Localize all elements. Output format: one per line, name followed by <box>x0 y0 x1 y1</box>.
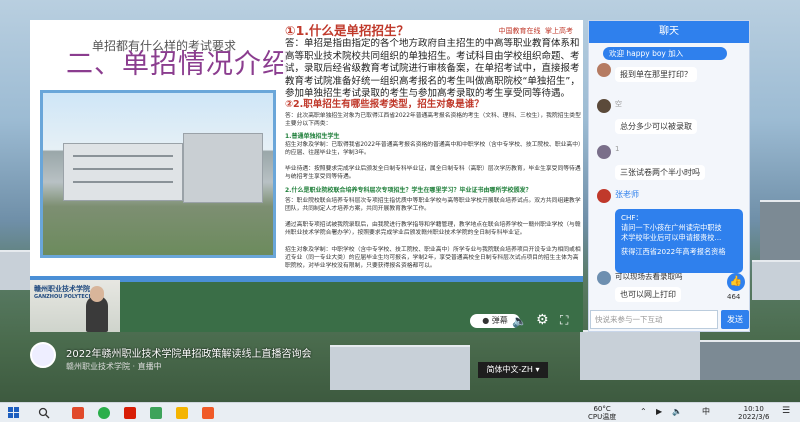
speaker-video[interactable]: 赣州职业技术学院 GANZHOU POLYTECHNIC <box>30 280 120 332</box>
notification-icon[interactable]: ☰ <box>782 407 790 416</box>
windows-start-icon[interactable] <box>8 407 20 419</box>
campus-photo <box>40 90 276 258</box>
message-text: 也可以网上打印 <box>615 287 681 302</box>
background-building <box>752 260 800 300</box>
qa-sub2-text3: 招生对象及学制：中职学校（含中专学校、技工院校、职业高中）所学专业与我院联合培养… <box>285 247 581 269</box>
slide-heading: 二、单招情况介绍 <box>66 49 290 80</box>
message-text: 空 <box>615 100 622 108</box>
like-count: 464 <box>727 293 741 301</box>
stream-title: 2022年赣州职业技术学院单招政策解读线上直播咨询会 <box>66 349 312 360</box>
qa-question-1: ①1.什么是单招招生？ <box>285 23 410 38</box>
message-text: 报到单在那里打印？ <box>615 67 697 82</box>
teacher-bubble-line: 获得江西省2022年高考报名资格 <box>621 247 726 256</box>
qa-sub1-text2: 毕业待遇：按照要求完成学业后颁发全日制专科毕业证，属全日制专科（高职）层次学历教… <box>285 166 581 180</box>
teacher-bubble-line: CHF： <box>621 213 643 222</box>
tray-arrow-icon[interactable]: ⌃ <box>640 408 647 416</box>
qa-question-2: ②2.职单招生有哪些报考类型，招生对象是谁？ <box>285 99 484 110</box>
tab-chat[interactable]: 聊天 <box>589 21 749 43</box>
app-icon[interactable] <box>72 407 84 419</box>
app-icon[interactable] <box>202 407 214 419</box>
qa-subheading-2: 2.什么是职业院校联合培养专科层次专项招生？学生在哪里学习？毕业证书由哪所学校颁… <box>285 187 532 194</box>
volume-tray-icon[interactable]: 🔈 <box>672 408 682 416</box>
stream-meta: 赣州职业技术学院 · 直播中 <box>66 362 162 371</box>
clock[interactable]: 10:10 2022/3/6 <box>738 405 769 421</box>
folder-icon[interactable] <box>176 407 188 419</box>
avatar <box>597 63 611 77</box>
avatar <box>597 189 611 203</box>
app-icon[interactable] <box>150 407 162 419</box>
qa-answer-2: 答：此次高职单独招生对象为已取得江西省2022年普通高考报名资格的考生（文科、理… <box>285 113 581 127</box>
message-text: 三张试卷两个半小时吗 <box>615 165 705 180</box>
teacher-bubble-line: 术学校毕业后可以申请报贵校... <box>621 233 722 242</box>
avatar <box>597 99 611 113</box>
speaker-head <box>90 286 104 302</box>
background-building <box>700 340 800 380</box>
speaker-school-name: 赣州职业技术学院 <box>34 285 90 293</box>
message-text: 总分多少可以被录取 <box>615 119 697 134</box>
language-select[interactable]: 简体中文-ZH ▾ <box>478 362 548 378</box>
background-building <box>0 250 30 290</box>
background-building <box>580 330 700 380</box>
teacher-bubble: CHF： 请问一下小孩在广州读完中职技 术学校毕业后可以申请报贵校... 获得江… <box>615 209 743 273</box>
chat-panel: 聊天 欢迎 happy boy 加入 报到单在那里打印？ 空 总分多少可以被录取… <box>588 20 750 332</box>
chat-input[interactable]: 快说来参与一下互动 <box>590 310 718 329</box>
volume-icon[interactable]: 🔈 <box>512 314 527 328</box>
message-text: 可以现场去看录取吗 <box>615 272 683 281</box>
send-button[interactable]: 发送 <box>721 310 749 329</box>
qa-sub2-text2: 通过高职专项招试被我院录取后，由我院进行教学指导和学籍管理，教学地点在联合培养学… <box>285 222 581 236</box>
teacher-name: 张老师 <box>615 190 639 199</box>
partner-logos: 中国教育在线 掌上高考 <box>498 27 573 35</box>
like-icon[interactable]: 👍 <box>727 273 745 291</box>
input-method-indicator[interactable]: 中 <box>702 408 710 416</box>
avatar <box>597 145 611 159</box>
teacher-bubble-line: 请问一下小孩在广州读完中职技 <box>621 223 722 232</box>
welcome-banner: 欢迎 happy boy 加入 <box>603 47 727 60</box>
wechat-icon[interactable] <box>98 407 110 419</box>
wps-icon[interactable] <box>124 407 136 419</box>
settings-icon[interactable]: ⚙ <box>536 313 549 327</box>
qa-sub1-text: 招生对象及学制：已取得我省2022年普通高考报名资格的普通高中和中职学校（含中专… <box>285 142 581 156</box>
fullscreen-icon[interactable]: ⛶ <box>560 313 568 327</box>
cpu-temperature[interactable]: 60°C CPU温度 <box>588 405 616 421</box>
taskbar: 60°C CPU温度 ⌃ ▶ 🔈 中 10:10 2022/3/6 ☰ <box>0 402 800 422</box>
channel-logo[interactable] <box>30 342 56 368</box>
network-icon[interactable]: ▶ <box>656 408 662 416</box>
qa-subheading-1: 1.普通单独招生学生 <box>285 133 340 140</box>
qa-sub2-text: 答：职业院校联合培养专科层次专项招生指优质中等职业学校与高等职业学校开展联合培养… <box>285 198 581 212</box>
avatar <box>597 271 611 285</box>
qa-answer-1: 答：单招是指由指定的各个地方政府自主招生的中高等职业教育体系和高等职业技术院校共… <box>285 38 580 98</box>
message-text: 1 <box>615 145 620 153</box>
qa-overlay-panel: ①1.什么是单招招生？ 中国教育在线 掌上高考 答：单招是指由指定的各个地方政府… <box>283 20 583 282</box>
search-icon[interactable] <box>38 407 50 419</box>
chat-message-list[interactable]: 欢迎 happy boy 加入 报到单在那里打印？ 空 总分多少可以被录取 1 … <box>589 43 749 305</box>
